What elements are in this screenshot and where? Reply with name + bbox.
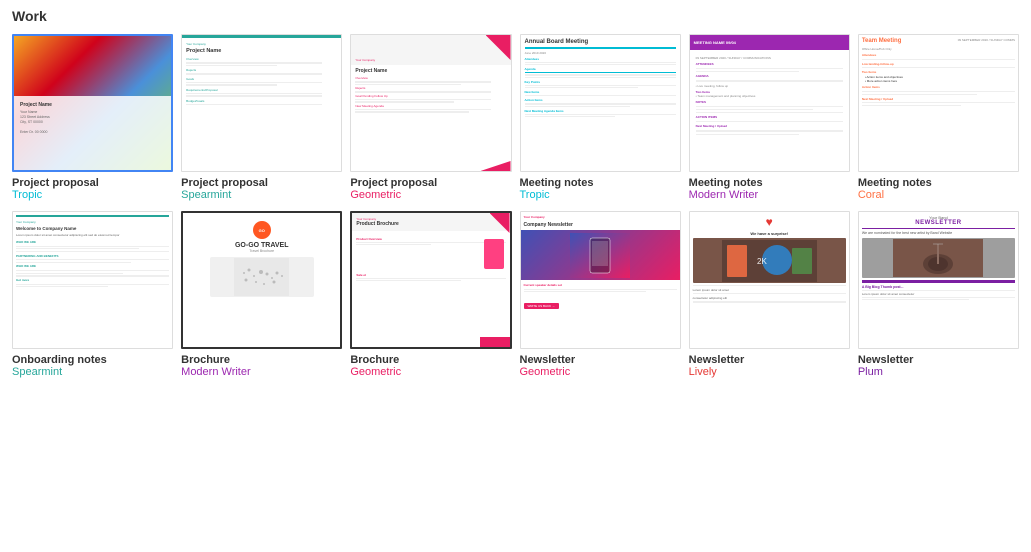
template-thumb: Your Company Product Brochure Product Ov… bbox=[350, 211, 511, 349]
template-sublabel: Tropic bbox=[520, 189, 681, 201]
template-label: Onboarding notes bbox=[12, 354, 173, 366]
template-thumb: Project Name Your Name123 Street Address… bbox=[12, 34, 173, 172]
template-item-newsletter-lively[interactable]: ♥ We have a surprise! 2K Lorem ipsum dol… bbox=[689, 211, 850, 378]
template-sublabel: Spearmint bbox=[12, 366, 173, 378]
template-thumb: Your Company Welcome to Company Name Lor… bbox=[12, 211, 173, 349]
template-item-brochure-modern-writer[interactable]: GO GO-GO TRAVEL Travel Brochure bbox=[181, 211, 342, 378]
template-sublabel: Geometric bbox=[350, 189, 511, 201]
template-label: Meeting notes bbox=[858, 177, 1019, 189]
template-label: Project proposal bbox=[12, 177, 173, 189]
template-thumb: Annual Board Meeting June 2019 2020 Atte… bbox=[520, 34, 681, 172]
template-thumb: MEETING NAME 09/04 09 SEPTEMBER 2020 / S… bbox=[689, 34, 850, 172]
template-item-proj-proposal-tropic[interactable]: Project Name Your Name123 Street Address… bbox=[12, 34, 173, 201]
template-sublabel: Modern Writer bbox=[181, 366, 342, 378]
template-thumb: Your Company Project Name Overview Rejec… bbox=[350, 34, 511, 172]
svg-text:2K: 2K bbox=[757, 257, 767, 266]
page-title: Work bbox=[12, 8, 1019, 24]
template-thumb: Your Band NEWSLETTER We are nominated fo… bbox=[858, 211, 1019, 349]
template-label: Brochure bbox=[350, 354, 511, 366]
template-item-newsletter-plum[interactable]: Your Band NEWSLETTER We are nominated fo… bbox=[858, 211, 1019, 378]
template-label: Newsletter bbox=[520, 354, 681, 366]
template-label: Project proposal bbox=[350, 177, 511, 189]
template-label: Meeting notes bbox=[520, 177, 681, 189]
template-thumb: Your Company Company Newsletter bbox=[520, 211, 681, 349]
template-sublabel: Geometric bbox=[350, 366, 511, 378]
template-item-proj-proposal-spearmint[interactable]: Your Company Project Name Overview Rejec… bbox=[181, 34, 342, 201]
template-grid: Project Name Your Name123 Street Address… bbox=[12, 34, 1019, 378]
template-item-proj-proposal-geometric[interactable]: Your Company Project Name Overview Rejec… bbox=[350, 34, 511, 201]
template-label: Project proposal bbox=[181, 177, 342, 189]
template-label: Newsletter bbox=[689, 354, 850, 366]
template-label: Newsletter bbox=[858, 354, 1019, 366]
template-sublabel: Tropic bbox=[12, 189, 173, 201]
template-thumb: ♥ We have a surprise! 2K Lorem ipsum dol… bbox=[689, 211, 850, 349]
template-thumb: Your Company Project Name Overview Rejec… bbox=[181, 34, 342, 172]
template-sublabel: Plum bbox=[858, 366, 1019, 378]
template-sublabel: Spearmint bbox=[181, 189, 342, 201]
template-sublabel: Coral bbox=[858, 189, 1019, 201]
template-item-meeting-notes-modern-writer[interactable]: MEETING NAME 09/04 09 SEPTEMBER 2020 / S… bbox=[689, 34, 850, 201]
template-item-newsletter-geometric[interactable]: Your Company Company Newsletter bbox=[520, 211, 681, 378]
template-item-onboarding-notes-spearmint[interactable]: Your Company Welcome to Company Name Lor… bbox=[12, 211, 173, 378]
template-item-meeting-notes-tropic[interactable]: Annual Board Meeting June 2019 2020 Atte… bbox=[520, 34, 681, 201]
template-item-meeting-notes-coral[interactable]: Team Meeting 09 SEPTEMBER 2020 / SUNDAY … bbox=[858, 34, 1019, 201]
template-thumb: Team Meeting 09 SEPTEMBER 2020 / SUNDAY … bbox=[858, 34, 1019, 172]
template-thumb: GO GO-GO TRAVEL Travel Brochure bbox=[181, 211, 342, 349]
template-sublabel: Geometric bbox=[520, 366, 681, 378]
template-item-brochure-geometric[interactable]: Your Company Product Brochure Product Ov… bbox=[350, 211, 511, 378]
template-label: Meeting notes bbox=[689, 177, 850, 189]
template-sublabel: Lively bbox=[689, 366, 850, 378]
template-label: Brochure bbox=[181, 354, 342, 366]
template-sublabel: Modern Writer bbox=[689, 189, 850, 201]
